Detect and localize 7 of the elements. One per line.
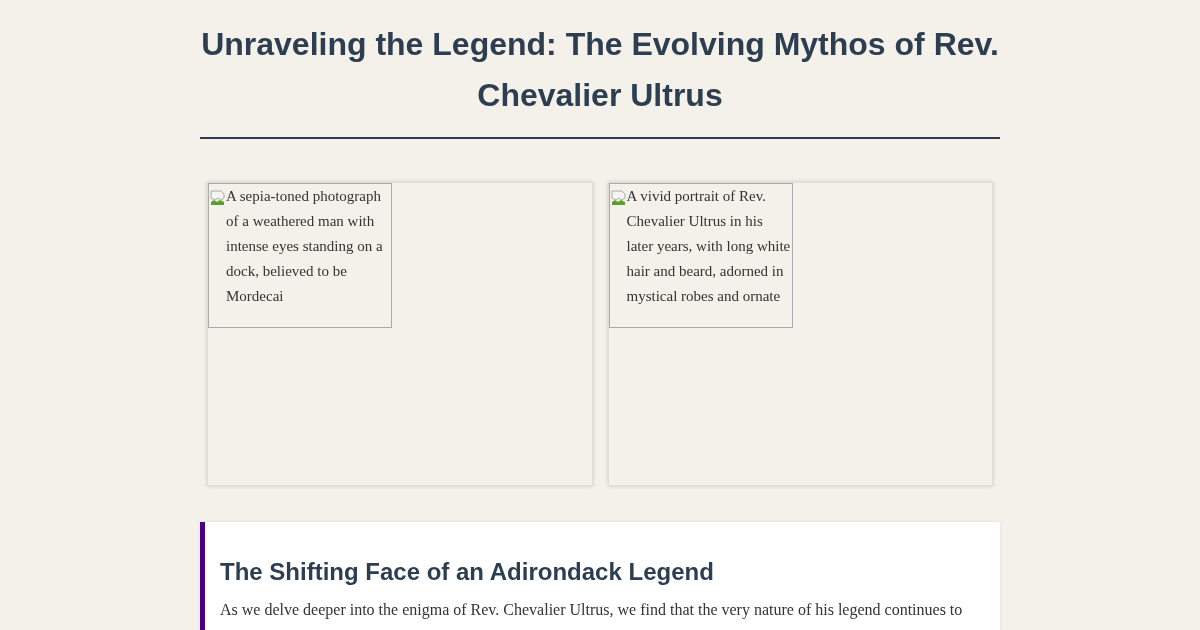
broken-image-icon (210, 190, 226, 206)
image-alt-text: A vivid portrait of Rev. Chevalier Ultrus in his later years, with long white hair and beard, adorned in mystical robes and ornate (626, 187, 791, 306)
section-heading: The Shifting Face of an Adirondack Legend (220, 557, 715, 587)
page-title: Unraveling the Legend: The Evolving Mythos of Rev. Chevalier Ultrus (200, 0, 1000, 139)
image-alt-text: A sepia-toned photograph of a weathered man with intense eyes standing on a dock, believed to be Mordecai (226, 187, 384, 306)
section-paragraph: As we delve deeper into the enigma of Rev. Chevalier Ultrus, we find that the very nature of his legend continues to (220, 600, 964, 621)
broken-image-icon (610, 190, 627, 206)
